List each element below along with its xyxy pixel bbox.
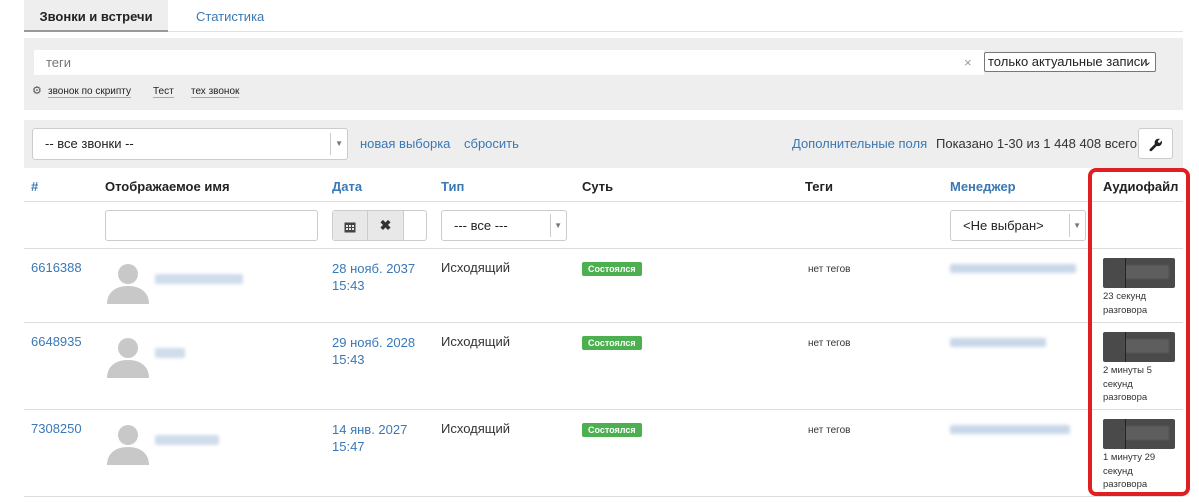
calls-toolbar: -- все звонки -- ▼ новая выборка сбросит… — [24, 120, 1183, 168]
contact-name-blurred[interactable] — [155, 435, 219, 445]
column-manager[interactable]: Менеджер — [950, 179, 1016, 194]
avatar-icon — [107, 425, 149, 465]
call-type: Исходящий — [441, 421, 510, 436]
type-filter-value: --- все --- — [454, 218, 508, 233]
quick-tag-test[interactable]: Тест — [153, 86, 174, 98]
call-id-link[interactable]: 7308250 — [31, 421, 82, 436]
select-divider — [550, 214, 551, 237]
call-date: 28 нояб. 2037 — [332, 261, 416, 276]
table-header: # Отображаемое имя Дата Тип Суть Теги Ме… — [24, 170, 1183, 202]
call-date: 29 нояб. 2028 — [332, 335, 416, 350]
column-essence: Суть — [582, 179, 614, 194]
new-selection-link[interactable]: новая выборка — [360, 136, 450, 151]
pagination-summary: Показано 1-30 из 1 448 408 всего. — [936, 136, 1141, 151]
reset-link[interactable]: сбросить — [464, 136, 519, 151]
call-date-link[interactable]: 29 нояб. 2028 15:43 — [332, 334, 415, 368]
call-time: 15:43 — [332, 352, 365, 367]
call-type: Исходящий — [441, 260, 510, 275]
tab-statistics[interactable]: Статистика — [196, 0, 264, 32]
quick-tag-script-call[interactable]: звонок по скрипту — [48, 86, 131, 98]
table-filter-row: ✖ --- все --- ▼ <Не выбран> ▼ — [24, 203, 1183, 249]
status-badge: Состоялся — [582, 336, 642, 350]
settings-button[interactable] — [1138, 128, 1173, 159]
call-tags: нет тегов — [808, 425, 851, 436]
call-time: 15:43 — [332, 278, 365, 293]
column-tags: Теги — [805, 179, 833, 194]
call-id-link[interactable]: 6648935 — [31, 334, 82, 349]
table-row[interactable]: 7308250 14 янв. 2027 15:47 Исходящий Сос… — [24, 411, 1183, 497]
extra-fields-link[interactable]: Дополнительные поля — [792, 136, 927, 151]
chevron-down-icon: ▼ — [1073, 221, 1081, 230]
calendar-icon — [344, 222, 356, 233]
type-filter-select[interactable]: --- все --- ▼ — [441, 210, 567, 241]
calendar-button[interactable] — [333, 211, 368, 240]
avatar-icon — [107, 338, 149, 378]
call-date: 14 янв. 2027 — [332, 422, 408, 437]
tab-calls-meetings[interactable]: Звонки и встречи — [24, 0, 168, 32]
manager-name-blurred[interactable] — [950, 425, 1070, 434]
date-filter: ✖ — [332, 210, 427, 241]
manager-name-blurred[interactable] — [950, 338, 1046, 347]
gear-icon[interactable]: ⚙ — [32, 84, 42, 97]
call-tags: нет тегов — [808, 264, 851, 275]
contact-name-blurred[interactable] — [155, 274, 243, 284]
manager-filter-select[interactable]: <Не выбран> ▼ — [950, 210, 1086, 241]
select-divider — [330, 133, 331, 155]
column-id[interactable]: # — [31, 179, 38, 194]
column-date[interactable]: Дата — [332, 179, 362, 194]
table-row[interactable]: 6616388 28 нояб. 2037 15:43 Исходящий Со… — [24, 250, 1183, 323]
table-row[interactable]: 6648935 29 нояб. 2028 15:43 Исходящий Со… — [24, 324, 1183, 410]
wrench-icon — [1148, 138, 1162, 151]
call-tags: нет тегов — [808, 338, 851, 349]
records-filter-value: только актуальные записи — [988, 54, 1148, 69]
avatar-icon — [107, 264, 149, 304]
close-icon: ✖ — [379, 217, 392, 233]
records-filter-select[interactable]: только актуальные записи ⌄ — [984, 52, 1156, 72]
tags-filter-panel: × только актуальные записи ⌄ ⚙ звонок по… — [24, 38, 1183, 110]
call-date-link[interactable]: 14 янв. 2027 15:47 — [332, 421, 407, 455]
call-type: Исходящий — [441, 334, 510, 349]
column-type[interactable]: Тип — [441, 179, 464, 194]
quick-tag-tech-call[interactable]: тех звонок — [191, 86, 240, 98]
clear-date-button[interactable]: ✖ — [368, 211, 404, 240]
status-badge: Состоялся — [582, 423, 642, 437]
tabs-bar: Звонки и встречи Статистика — [24, 0, 1183, 32]
manager-filter-value: <Не выбран> — [963, 218, 1044, 233]
manager-name-blurred[interactable] — [950, 264, 1076, 273]
call-id-link[interactable]: 6616388 — [31, 260, 82, 275]
chevron-down-icon: ⌄ — [1142, 56, 1152, 68]
chevron-down-icon: ▼ — [554, 221, 562, 230]
audio-column-highlight — [1088, 168, 1190, 496]
calls-select-value: -- все звонки -- — [45, 136, 134, 151]
chevron-down-icon: ▼ — [335, 139, 343, 148]
contact-name-blurred[interactable] — [155, 348, 185, 358]
tags-input[interactable] — [34, 50, 984, 75]
column-display-name: Отображаемое имя — [105, 179, 230, 194]
calls-select[interactable]: -- все звонки -- ▼ — [32, 128, 348, 160]
display-name-filter-input[interactable] — [105, 210, 318, 241]
select-divider — [1069, 214, 1070, 237]
clear-tags-icon[interactable]: × — [964, 55, 972, 70]
call-time: 15:47 — [332, 439, 365, 454]
status-badge: Состоялся — [582, 262, 642, 276]
call-date-link[interactable]: 28 нояб. 2037 15:43 — [332, 260, 415, 294]
